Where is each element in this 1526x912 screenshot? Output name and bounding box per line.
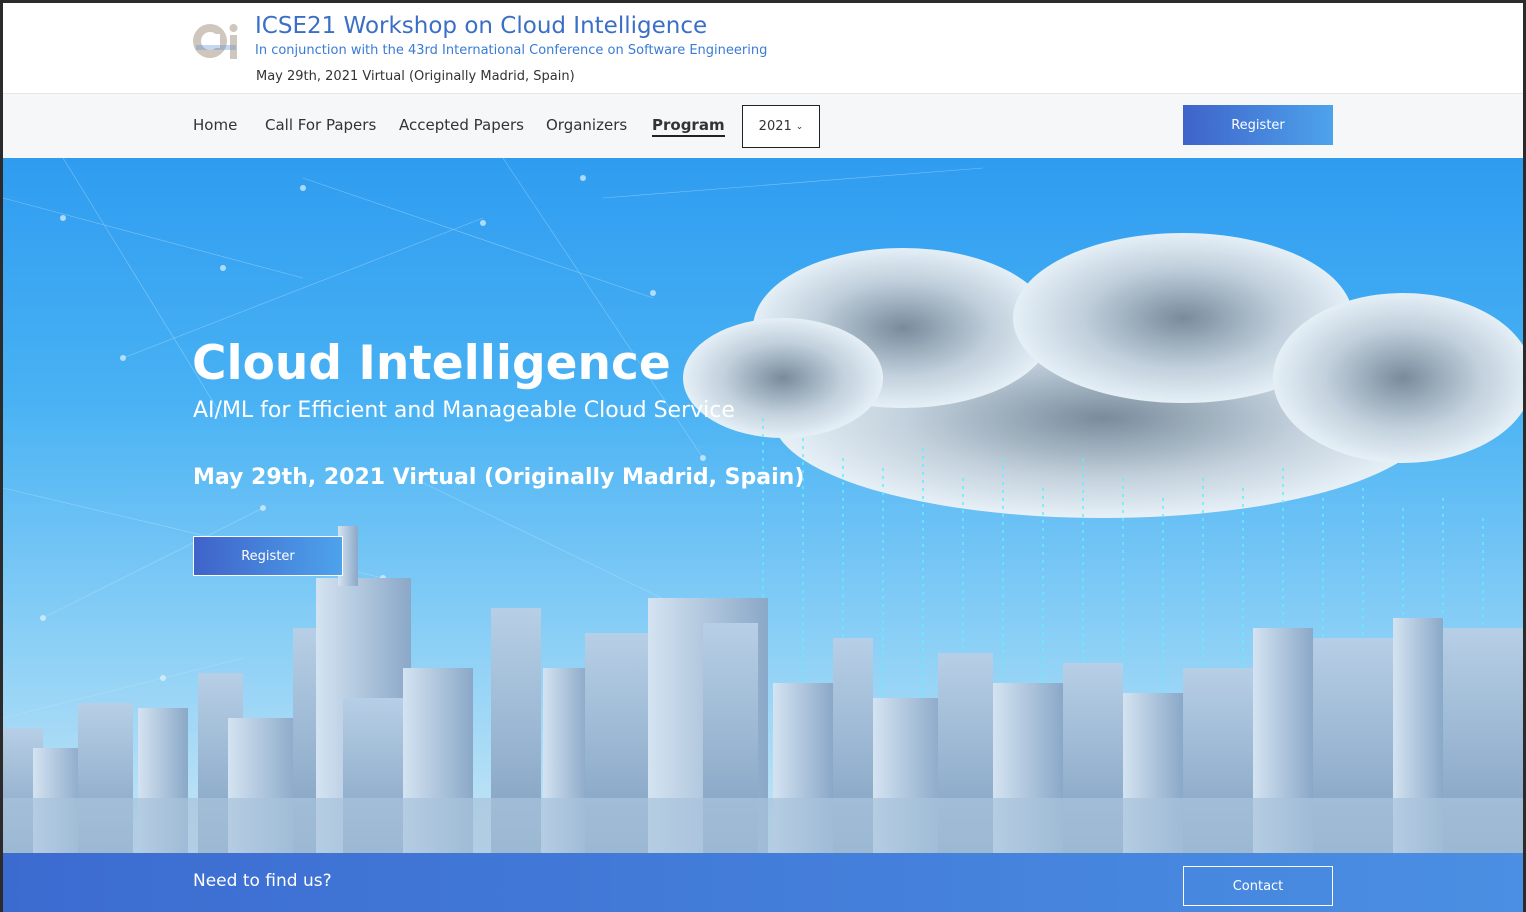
hero-title: Cloud Intelligence — [192, 336, 671, 391]
browser-page: ICSE21 Workshop on Cloud Intelligence In… — [3, 3, 1523, 912]
nav-home[interactable]: Home — [193, 116, 237, 134]
hero-date: May 29th, 2021 Virtual (Originally Madri… — [193, 465, 805, 490]
contact-band: Need to find us? Contact — [3, 853, 1523, 912]
hero-tagline: AI/ML for Efficient and Manageable Cloud… — [193, 398, 735, 423]
nav-organizers[interactable]: Organizers — [546, 116, 627, 134]
site-header: ICSE21 Workshop on Cloud Intelligence In… — [3, 3, 1523, 93]
nav-register-button[interactable]: Register — [1183, 105, 1333, 145]
site-subtitle: In conjunction with the 43rd Internation… — [255, 43, 768, 58]
nav-call-for-papers[interactable]: Call For Papers — [265, 116, 376, 134]
contact-button[interactable]: Contact — [1183, 866, 1333, 906]
nav-accepted-papers[interactable]: Accepted Papers — [399, 116, 524, 134]
hero-background-image — [3, 158, 1523, 853]
site-title[interactable]: ICSE21 Workshop on Cloud Intelligence — [255, 13, 707, 39]
hero-banner: Cloud Intelligence AI/ML for Efficient a… — [3, 158, 1523, 853]
site-date: May 29th, 2021 Virtual (Originally Madri… — [256, 69, 575, 84]
year-dropdown-value: 2021 — [758, 119, 792, 134]
year-dropdown[interactable]: 2021 ⌄ — [742, 105, 820, 148]
chevron-down-icon: ⌄ — [795, 121, 804, 132]
hero-register-button[interactable]: Register — [193, 536, 343, 576]
contact-prompt: Need to find us? — [193, 871, 332, 891]
nav-program[interactable]: Program — [652, 116, 725, 137]
logo — [193, 24, 238, 59]
main-nav: Home Call For Papers Accepted Papers Org… — [3, 93, 1523, 158]
